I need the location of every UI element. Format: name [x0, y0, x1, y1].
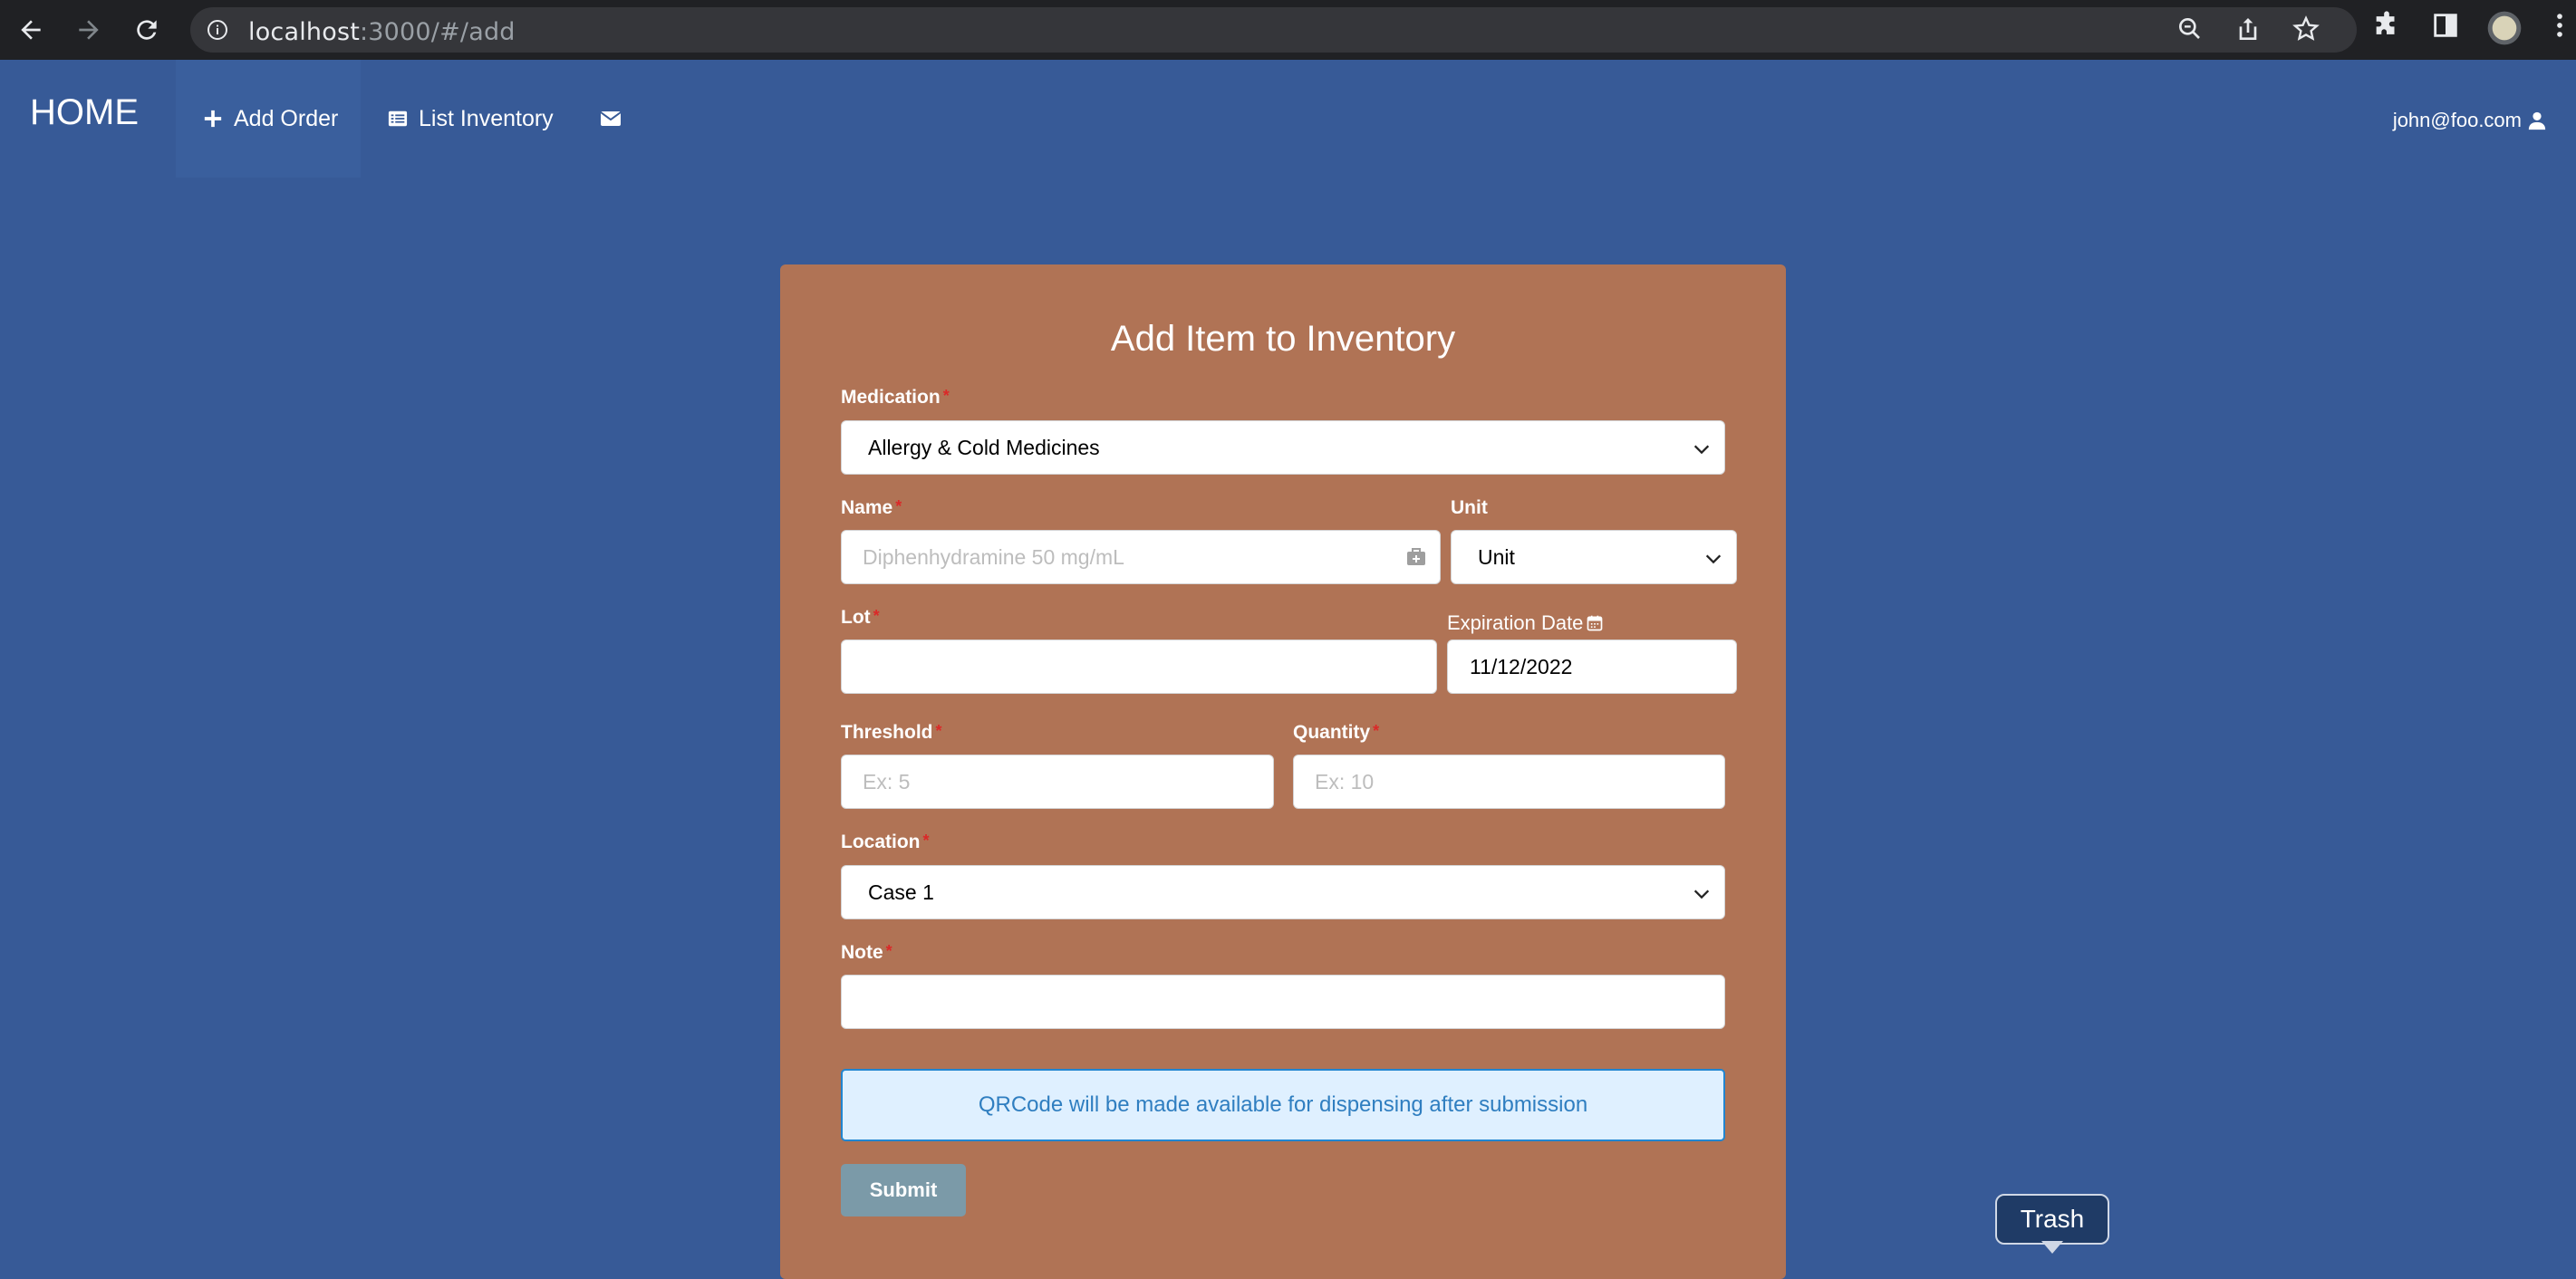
note-label: Note *	[841, 942, 892, 963]
quantity-input[interactable]: Ex: 10	[1293, 755, 1725, 809]
side-panel-icon[interactable]	[2430, 10, 2461, 45]
user-icon	[2528, 111, 2546, 130]
chevron-down-icon	[1693, 890, 1710, 899]
name-label: Name *	[841, 497, 902, 518]
envelope-icon	[600, 111, 622, 126]
submit-button[interactable]: Submit	[841, 1164, 966, 1216]
nav-list-inventory[interactable]: List Inventory	[388, 60, 554, 178]
user-menu[interactable]: john@foo.com	[2393, 109, 2547, 132]
home-link[interactable]: HOME	[30, 92, 139, 133]
unit-label: Unit	[1451, 497, 1488, 518]
chevron-down-icon	[1693, 445, 1710, 455]
trash-tooltip: Trash	[1995, 1194, 2109, 1245]
chevron-down-icon	[1705, 554, 1722, 564]
url-text: localhost:3000/#/add	[248, 18, 516, 46]
zoom-icon[interactable]	[2176, 14, 2205, 48]
nav-list-inventory-label: List Inventory	[419, 105, 554, 131]
more-menu-icon[interactable]	[2546, 10, 2573, 45]
nav-add-order-label: Add Order	[234, 105, 339, 131]
threshold-label: Threshold *	[841, 722, 942, 743]
site-info-icon[interactable]	[207, 19, 228, 45]
qrcode-info-message: QRCode will be made available for dispen…	[841, 1069, 1725, 1141]
extensions-icon[interactable]	[2371, 10, 2402, 45]
forward-button[interactable]	[69, 10, 109, 50]
quantity-label: Quantity *	[1293, 722, 1380, 743]
note-input[interactable]	[841, 975, 1725, 1029]
reload-icon	[137, 20, 157, 40]
expiration-date-input[interactable]: 11/12/2022	[1447, 640, 1737, 694]
app-navbar: HOME Add Order List Inventory john@foo.c…	[0, 60, 2576, 178]
medication-select[interactable]: Allergy & Cold Medicines	[841, 420, 1725, 475]
lot-input[interactable]	[841, 640, 1437, 694]
back-button[interactable]	[11, 10, 51, 50]
list-icon	[388, 111, 408, 127]
browser-toolbar: localhost:3000/#/add	[0, 0, 2576, 60]
lot-label: Lot *	[841, 607, 880, 628]
share-icon[interactable]	[2233, 14, 2262, 48]
add-item-form: Add Item to Inventory Medication * Allerg…	[780, 264, 1786, 1279]
expiration-date-label: Expiration Date	[1447, 611, 1604, 635]
form-title: Add Item to Inventory	[1110, 319, 1456, 359]
address-bar[interactable]: localhost:3000/#/add	[190, 7, 2357, 53]
location-label: Location *	[841, 832, 930, 852]
plus-icon	[204, 110, 222, 128]
bookmark-star-icon[interactable]	[2291, 14, 2320, 48]
name-input[interactable]: Diphenhydramine 50 mg/mL	[841, 530, 1441, 584]
arrow-left-icon	[21, 20, 41, 40]
arrow-right-icon	[79, 20, 99, 40]
medkit-icon	[1407, 548, 1425, 565]
profile-avatar[interactable]	[2486, 10, 2523, 51]
unit-select[interactable]: Unit	[1451, 530, 1737, 584]
tooltip-pointer	[2041, 1241, 2063, 1254]
location-select[interactable]: Case 1	[841, 865, 1725, 919]
calendar-icon	[1587, 615, 1603, 631]
nav-messages[interactable]	[600, 60, 622, 178]
medication-label: Medication *	[841, 387, 950, 408]
nav-add-order[interactable]: Add Order	[176, 60, 361, 178]
reload-button[interactable]	[127, 10, 167, 50]
user-email: john@foo.com	[2392, 109, 2522, 131]
threshold-input[interactable]: Ex: 5	[841, 755, 1274, 809]
